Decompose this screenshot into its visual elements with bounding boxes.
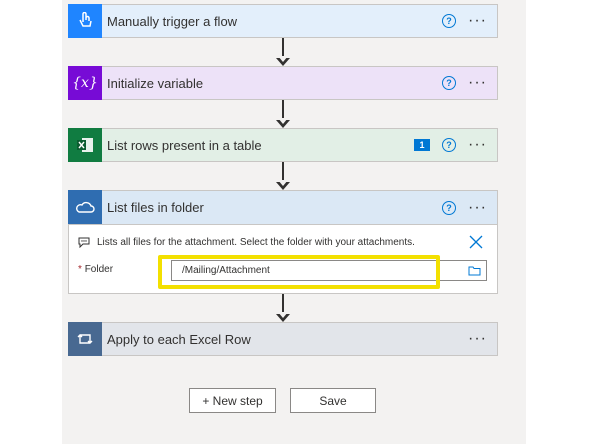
more-options-icon[interactable]: ··· — [468, 75, 487, 91]
save-button[interactable]: Save — [290, 388, 376, 413]
step-apply-to-each[interactable]: Apply to each Excel Row ··· — [68, 321, 498, 356]
connector-arrowhead — [276, 56, 290, 66]
variable-icon: {x} — [68, 65, 102, 100]
new-step-button[interactable]: + New step — [189, 388, 276, 413]
required-mark: * — [78, 264, 82, 275]
more-options-icon[interactable]: ··· — [468, 331, 487, 347]
highlight-box — [158, 255, 440, 289]
step-title: Initialize variable — [107, 75, 204, 91]
step-title: List files in folder — [107, 200, 204, 215]
step-title: Apply to each Excel Row — [107, 331, 251, 347]
step-header[interactable]: List files in folder ? ··· — [68, 190, 497, 225]
connector-arrowhead — [276, 180, 290, 190]
comment-count: 1 — [419, 140, 425, 150]
step-manual-trigger[interactable]: Manually trigger a flow ? ··· — [68, 3, 498, 38]
folder-label-text: Folder — [84, 264, 114, 275]
help-icon[interactable]: ? — [442, 138, 457, 152]
close-icon[interactable] — [469, 235, 483, 249]
more-options-icon[interactable]: ··· — [468, 137, 487, 153]
more-options-icon[interactable]: ··· — [468, 199, 487, 215]
description-row: Lists all files for the attachment. Sele… — [78, 237, 415, 248]
folder-picker-icon[interactable] — [468, 265, 481, 276]
excel-icon — [68, 127, 102, 162]
step-title: List rows present in a table — [107, 137, 262, 153]
comment-badge[interactable]: 1 — [414, 139, 431, 151]
step-description: Lists all files for the attachment. Sele… — [97, 237, 415, 248]
connector-arrowhead — [276, 118, 290, 128]
comment-icon — [78, 237, 90, 248]
folder-label: * Folder — [78, 264, 113, 275]
help-icon[interactable]: ? — [442, 76, 457, 90]
step-title: Manually trigger a flow — [107, 13, 238, 29]
step-list-rows[interactable]: List rows present in a table 1 ? ··· — [68, 127, 498, 162]
connector-arrowhead — [276, 312, 290, 322]
help-icon[interactable]: ? — [442, 200, 457, 215]
hand-touch-icon — [68, 3, 102, 38]
help-icon[interactable]: ? — [442, 14, 457, 28]
onedrive-icon — [68, 190, 102, 224]
loop-icon — [68, 321, 102, 356]
more-options-icon[interactable]: ··· — [468, 13, 487, 29]
step-initialize-variable[interactable]: {x} Initialize variable ? ··· — [68, 65, 498, 100]
